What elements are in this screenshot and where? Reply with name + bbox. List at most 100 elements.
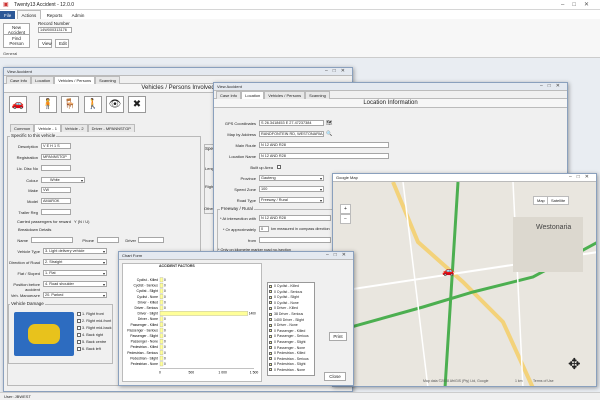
bar-value-label: 0: [164, 362, 166, 366]
breakdown-phone-input[interactable]: [97, 237, 119, 243]
location-name-input[interactable]: N 12 AND R28: [259, 153, 389, 159]
subtab-vehicle-2[interactable]: Vehicle - 2: [60, 124, 88, 132]
x-tick-label: 1 000: [218, 371, 227, 375]
location-tabs: Case Info Location Vehicles / Persons Scann…: [214, 91, 567, 99]
bar-value-label: 0: [164, 295, 166, 299]
chart-bar: [159, 333, 164, 339]
damage-item[interactable]: 2. Right mid-front: [77, 319, 117, 326]
chart-bar: [159, 316, 164, 322]
model-input[interactable]: AMAROK: [41, 198, 71, 204]
tab-scanning[interactable]: Scanning: [95, 76, 120, 84]
main-route-input[interactable]: N 12 AND R28: [259, 142, 389, 148]
window-controls[interactable]: –□✕: [561, 1, 597, 8]
view-button[interactable]: View: [38, 39, 52, 48]
bar-value-label: 0: [164, 317, 166, 321]
chart-bar: [159, 344, 164, 350]
damage-item[interactable]: 4. Back right: [77, 333, 117, 340]
trailer-input[interactable]: [41, 209, 71, 215]
delete-person-icon[interactable]: ✖: [128, 96, 146, 113]
gps-map-icon[interactable]: 🗺: [326, 120, 332, 126]
find-person-button[interactable]: Find Person: [3, 34, 30, 48]
speed-zone-select[interactable]: 100: [259, 186, 324, 192]
pedestrian-icon[interactable]: 🚶: [84, 96, 102, 113]
chart-window-title: Chart Form –□✕: [119, 252, 353, 260]
navigation-arrows-icon[interactable]: ✥: [568, 355, 590, 377]
window-close-icon[interactable]: –□✕: [569, 174, 594, 180]
google-map-window: Google Map –□✕ Map Satellite Westonaria 🚗…: [332, 173, 597, 387]
carried-value[interactable]: Y (N / U): [74, 219, 89, 224]
app-logo-icon: ▣: [3, 2, 9, 8]
province-select[interactable]: Gauteng: [259, 175, 324, 181]
colour-select[interactable]: White: [41, 177, 85, 183]
lic-disc-label: Lic. Disc No: [16, 166, 38, 171]
vehicle-type-select[interactable]: 3. Light delivery vehicle: [43, 248, 107, 254]
from-input[interactable]: [259, 237, 331, 243]
window-close-icon[interactable]: –□✕: [540, 83, 565, 89]
location-name-label: Location Name: [229, 154, 256, 159]
map-zoom-in-icon[interactable]: +: [340, 204, 351, 214]
specific-vehicle-title: Specific to this vehicle: [10, 133, 57, 138]
close-button[interactable]: Close: [324, 372, 346, 381]
breakdown-driver-input[interactable]: [138, 237, 164, 243]
subtab-driver[interactable]: Driver - MPANNSTGP: [87, 124, 135, 132]
vehicle-type-label: Vehicle Type: [17, 249, 40, 254]
vehicle-damage-diagram[interactable]: [14, 312, 74, 356]
registration-input[interactable]: MPANNSTGP: [41, 154, 71, 160]
print-button[interactable]: Print: [329, 332, 347, 341]
approx-input[interactable]: 0: [259, 226, 269, 232]
tab-case-info[interactable]: Case Info: [6, 76, 32, 84]
record-number-input[interactable]: 14W000313176: [38, 27, 72, 33]
bar-category-label: Pedestrian - None: [131, 362, 158, 366]
window-close-icon[interactable]: –□✕: [326, 252, 351, 258]
intersection-input[interactable]: N 12 AND R28: [259, 215, 331, 221]
map-canvas[interactable]: [333, 182, 597, 387]
witness-icon[interactable]: 👁: [106, 96, 124, 113]
chart-bar: [159, 322, 164, 327]
damage-item[interactable]: 3. Right mid-back: [77, 326, 117, 333]
window-close-icon[interactable]: –□✕: [325, 68, 350, 74]
tab-case-info[interactable]: Case Info: [216, 91, 242, 99]
accident-marker-icon[interactable]: 🚗: [442, 266, 454, 277]
make-input[interactable]: VW: [41, 187, 71, 193]
map-by-address-input[interactable]: RANDFONTEIN RD, WESTONARIA, GO: [259, 131, 324, 137]
flat-sloped-select[interactable]: 1. Flat: [43, 270, 107, 276]
map-zoom-out-icon[interactable]: −: [340, 214, 351, 224]
damage-item[interactable]: 1. Right front: [77, 312, 117, 319]
tab-location[interactable]: Location: [31, 76, 55, 84]
passenger-icon[interactable]: 🪑: [61, 96, 79, 113]
road-type-select[interactable]: Freeway / Rural: [259, 197, 324, 203]
tab-vehicles-persons[interactable]: Vehicles / Persons: [54, 76, 96, 84]
main-route-label: Main Route: [235, 143, 256, 148]
chart-bar: [159, 327, 164, 333]
chart-window: Chart Form –□✕ ACCIDENT FACTORS Cyclist -…: [118, 251, 354, 386]
gps-input[interactable]: S 26.3418453 E 27.47237384: [259, 120, 324, 126]
tab-vehicles-persons[interactable]: Vehicles / Persons: [264, 91, 306, 99]
address-search-icon[interactable]: 🔍: [326, 131, 332, 137]
x-tick-label: 1 500: [250, 371, 259, 375]
record-number-label: Record Number: [38, 21, 70, 26]
chart-bar: [159, 294, 164, 299]
damage-item[interactable]: 5. Back centre: [77, 340, 117, 347]
description-input[interactable]: V E H 1 S: [41, 143, 71, 149]
bar-category-label: Pedestrian - Serious: [127, 351, 158, 355]
x-tick-label: 0: [159, 371, 161, 375]
edit-button[interactable]: Edit: [55, 39, 69, 48]
manoeuvre-select[interactable]: 20. Parked: [43, 292, 107, 298]
subtab-common[interactable]: Common: [10, 124, 35, 132]
breakdown-name-input[interactable]: [31, 237, 73, 243]
driver-icon[interactable]: 🧍: [39, 96, 57, 113]
tab-location[interactable]: Location: [241, 91, 265, 99]
damage-item[interactable]: 6. Back left: [77, 347, 117, 354]
car-icon[interactable]: 🚗: [9, 96, 27, 113]
lic-disc-input[interactable]: [41, 165, 71, 171]
bar-category-label: Passenger - None: [131, 340, 158, 344]
tab-scanning[interactable]: Scanning: [305, 91, 330, 99]
position-select[interactable]: 4. Road shoulder: [43, 281, 107, 287]
subtab-vehicle-1[interactable]: Vehicle - 1: [34, 124, 61, 132]
direction-select[interactable]: 2. Straight: [43, 259, 107, 265]
bar-category-label: Pedestrian - Killed: [130, 345, 158, 349]
map-terms-link[interactable]: Terms of Use: [533, 379, 554, 383]
satellite-view-button[interactable]: Satellite: [547, 196, 570, 205]
bar-value-label: 0: [164, 334, 166, 338]
built-up-checkbox[interactable]: [277, 165, 281, 169]
